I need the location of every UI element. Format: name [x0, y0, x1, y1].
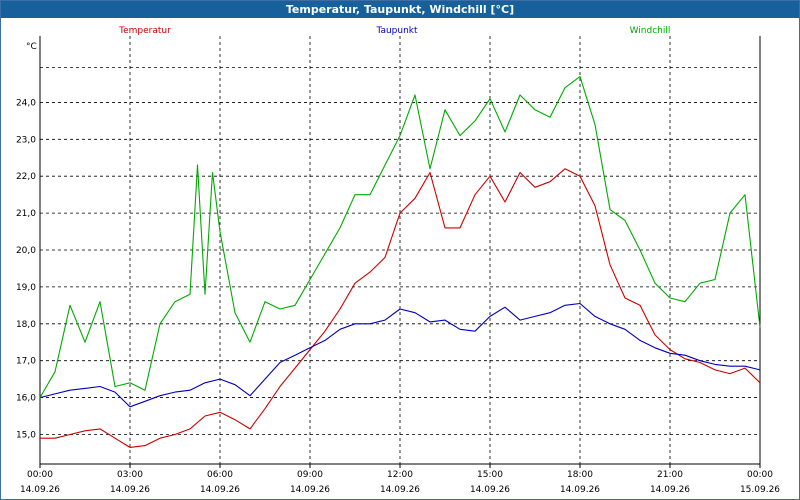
x-tick-date: 15.09.26 [740, 485, 780, 495]
x-tick-date: 14.09.26 [200, 485, 240, 495]
legend: Temperatur Taupunkt Windchill [118, 26, 670, 36]
x-tick-time: 15:00 [477, 470, 503, 480]
x-tick-date: 14.09.26 [650, 485, 690, 495]
x-tick-time: 21:00 [657, 470, 683, 480]
x-tick-time: 18:00 [567, 470, 593, 480]
y-tick-label: 23,0 [16, 135, 36, 145]
y-tick-label: 24,0 [16, 98, 36, 108]
x-tick-date: 14.09.26 [290, 485, 330, 495]
legend-entry-windchill: Windchill [630, 26, 671, 36]
line-chart: Temperatur Taupunkt Windchill 15,0 16,0 17,0… [16, 26, 780, 495]
tick-labels: 15,0 16,0 17,0 18,0 19,0 20,0 21,0 22,0 23,0 24,0… [16, 98, 780, 495]
y-tick-label: 20,0 [16, 246, 36, 256]
x-tick-date: 14.09.26 [380, 485, 420, 495]
y-tick-label: 19,0 [16, 283, 36, 293]
y-tick-label: 17,0 [16, 357, 36, 367]
x-tick-date: 14.09.26 [560, 485, 600, 495]
x-tick-date: 14.09.26 [110, 485, 150, 495]
y-axis-label: °C [26, 42, 37, 52]
x-tick-time: 03:00 [117, 470, 143, 480]
y-tick-label: 15,0 [16, 430, 36, 440]
x-tick-time: 00:00 [27, 470, 53, 480]
x-tick-time: 00:00 [747, 470, 773, 480]
x-tick-time: 09:00 [297, 470, 323, 480]
x-tick-time: 12:00 [387, 470, 413, 480]
x-tick-date: 14.09.26 [470, 485, 510, 495]
y-tick-label: 18,0 [16, 320, 36, 330]
y-tick-label: 22,0 [16, 172, 36, 182]
y-tick-label: 16,0 [16, 394, 36, 404]
x-tick-date: 14.09.26 [20, 485, 60, 495]
legend-entry-temperatur: Temperatur [118, 26, 171, 36]
legend-entry-taupunkt: Taupunkt [375, 26, 418, 36]
y-tick-label: 21,0 [16, 209, 36, 219]
x-tick-time: 06:00 [207, 470, 233, 480]
